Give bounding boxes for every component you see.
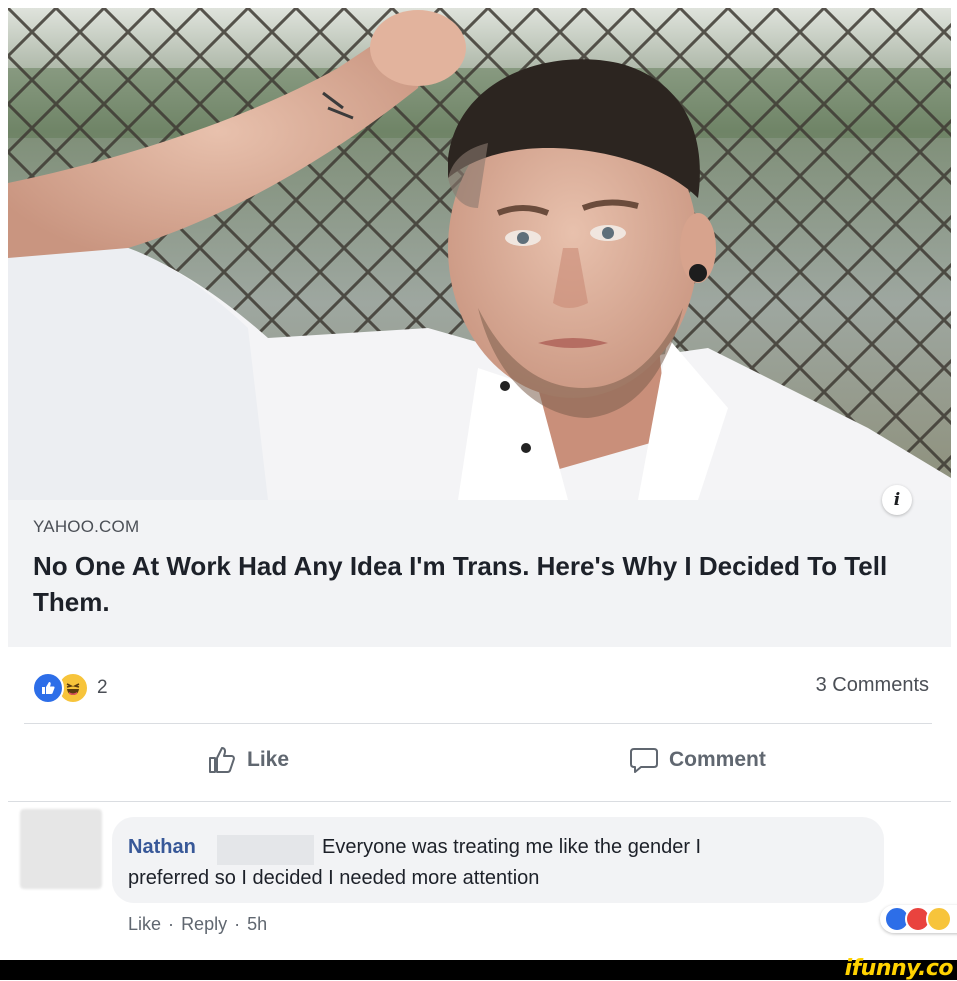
post-photo [8, 8, 951, 500]
link-domain: YAHOO.COM [33, 517, 140, 536]
like-reaction-icon [32, 672, 64, 704]
divider [24, 723, 932, 724]
comment-button-label: Comment [669, 748, 766, 771]
comment-like-link[interactable]: Like [128, 914, 161, 934]
comment-bubble: Nathan Everyone was treating me like the… [112, 817, 957, 933]
post-image[interactable] [8, 8, 951, 500]
comment-actions: Like · Reply · 5h [128, 914, 269, 935]
comment-reactions[interactable]: 9 [880, 905, 957, 933]
watermark-logo: ifunny.co [844, 956, 954, 981]
haha-icon [926, 906, 952, 932]
comment-text-line2: preferred so I decided I needed more att… [128, 867, 540, 889]
info-icon[interactable]: i [882, 485, 912, 515]
reaction-icons[interactable]: 2 [32, 672, 108, 704]
link-title[interactable]: No One At Work Had Any Idea I'm Trans. H… [33, 548, 933, 620]
separator: · [234, 914, 241, 934]
avatar[interactable] [20, 809, 102, 889]
reaction-count: 2 [97, 677, 108, 698]
footer-bar [0, 960, 957, 980]
thumbs-up-icon [209, 747, 235, 773]
like-button[interactable]: Like [207, 745, 289, 775]
link-preview[interactable]: YAHOO.COM No One At Work Had Any Idea I'… [8, 500, 951, 647]
divider [8, 801, 951, 802]
comment-author[interactable]: Nathan [128, 836, 196, 859]
comments-count[interactable]: 3 Comments [816, 674, 929, 697]
comment-button[interactable]: Comment [629, 745, 766, 775]
comment-reply-link[interactable]: Reply [181, 914, 227, 934]
comment-icon [630, 748, 658, 773]
comment-text-line1: Everyone was treating me like the gender… [322, 836, 702, 858]
redacted-name [217, 835, 314, 865]
like-button-label: Like [247, 748, 290, 771]
comment: Nathan Everyone was treating me like the… [8, 803, 957, 958]
comment-timestamp[interactable]: 5h [247, 914, 267, 934]
reactions-summary: 2 3 Comments [8, 648, 951, 723]
separator: · [168, 914, 175, 934]
